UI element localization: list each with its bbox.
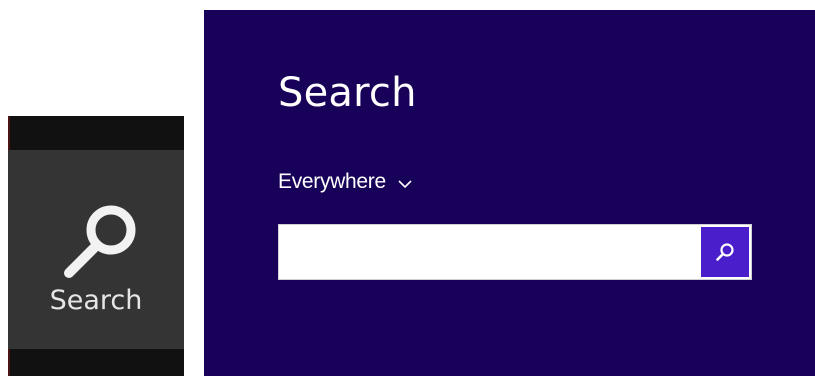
search-input[interactable] — [279, 225, 699, 279]
pane-title: Search — [278, 70, 417, 116]
search-pane: Search Everywhere — [204, 10, 815, 376]
screenshot-stage: Search Search Everywhere — [0, 0, 815, 376]
search-box — [278, 224, 752, 280]
search-submit-button[interactable] — [701, 227, 749, 277]
search-charm-button[interactable]: Search — [8, 150, 184, 349]
chevron-down-icon — [398, 179, 412, 188]
search-charm-label: Search — [49, 285, 143, 316]
search-scope-dropdown[interactable]: Everywhere — [278, 170, 412, 194]
search-scope-value: Everywhere — [278, 170, 386, 193]
charm-bar: Search — [8, 116, 184, 376]
search-icon — [716, 243, 734, 261]
search-icon — [64, 205, 136, 278]
